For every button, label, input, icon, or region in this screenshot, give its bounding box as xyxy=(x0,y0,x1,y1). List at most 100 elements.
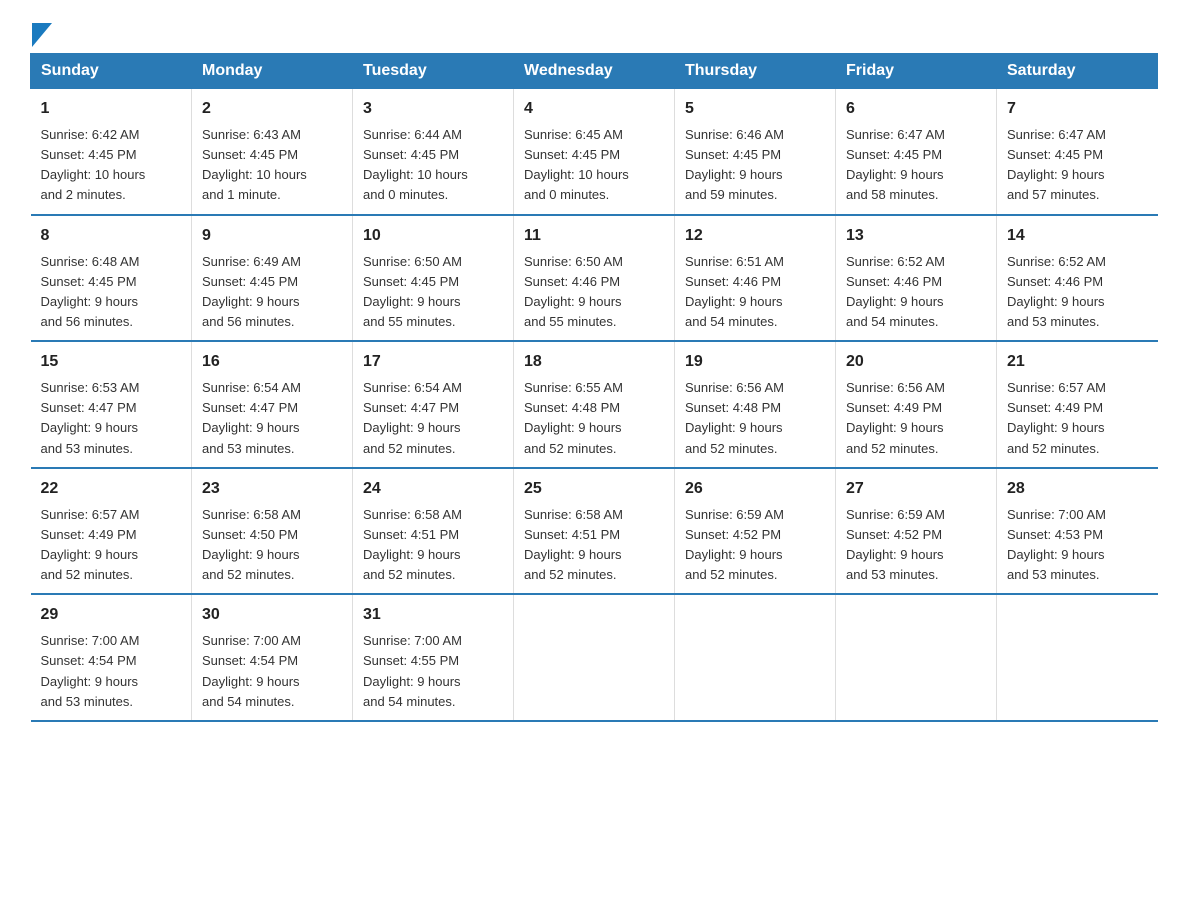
day-header-saturday: Saturday xyxy=(997,54,1158,89)
calendar-cell: 14 Sunrise: 6:52 AM Sunset: 4:46 PM Dayli… xyxy=(997,215,1158,342)
calendar-cell: 19 Sunrise: 6:56 AM Sunset: 4:48 PM Dayli… xyxy=(675,341,836,468)
calendar-cell: 8 Sunrise: 6:48 AM Sunset: 4:45 PM Daylig… xyxy=(31,215,192,342)
calendar-week-row: 1Sunrise: 6:42 AM Sunset: 4:45 PM Daylig… xyxy=(31,89,1158,215)
day-info: Sunrise: 6:46 AM Sunset: 4:45 PM Dayligh… xyxy=(685,125,825,206)
page-header xyxy=(30,20,1158,43)
calendar-cell: 25 Sunrise: 6:58 AM Sunset: 4:51 PM Dayli… xyxy=(514,468,675,595)
calendar-cell: 17 Sunrise: 6:54 AM Sunset: 4:47 PM Dayli… xyxy=(353,341,514,468)
day-info: Sunrise: 6:52 AM Sunset: 4:46 PM Dayligh… xyxy=(846,252,986,333)
day-header-friday: Friday xyxy=(836,54,997,89)
day-info: Sunrise: 6:53 AM Sunset: 4:47 PM Dayligh… xyxy=(41,378,182,459)
day-number: 27 xyxy=(846,477,986,501)
calendar-week-row: 15Sunrise: 6:53 AM Sunset: 4:47 PM Dayli… xyxy=(31,341,1158,468)
calendar-cell xyxy=(514,594,675,721)
day-number: 1 xyxy=(41,97,182,121)
calendar-table: SundayMondayTuesdayWednesdayThursdayFrid… xyxy=(30,53,1158,722)
day-header-sunday: Sunday xyxy=(31,54,192,89)
day-info: Sunrise: 6:47 AM Sunset: 4:45 PM Dayligh… xyxy=(846,125,986,206)
day-header-tuesday: Tuesday xyxy=(353,54,514,89)
calendar-cell: 12 Sunrise: 6:51 AM Sunset: 4:46 PM Dayli… xyxy=(675,215,836,342)
day-number: 4 xyxy=(524,97,664,121)
calendar-cell: 7 Sunrise: 6:47 AM Sunset: 4:45 PM Daylig… xyxy=(997,89,1158,215)
day-info: Sunrise: 6:58 AM Sunset: 4:50 PM Dayligh… xyxy=(202,505,342,586)
day-info: Sunrise: 6:58 AM Sunset: 4:51 PM Dayligh… xyxy=(524,505,664,586)
day-info: Sunrise: 6:57 AM Sunset: 4:49 PM Dayligh… xyxy=(1007,378,1148,459)
calendar-cell: 1Sunrise: 6:42 AM Sunset: 4:45 PM Daylig… xyxy=(31,89,192,215)
calendar-cell xyxy=(997,594,1158,721)
day-number: 30 xyxy=(202,603,342,627)
day-info: Sunrise: 7:00 AM Sunset: 4:54 PM Dayligh… xyxy=(202,631,342,712)
calendar-cell: 22 Sunrise: 6:57 AM Sunset: 4:49 PM Dayli… xyxy=(31,468,192,595)
day-number: 20 xyxy=(846,350,986,374)
calendar-cell: 16 Sunrise: 6:54 AM Sunset: 4:47 PM Dayli… xyxy=(192,341,353,468)
logo-triangle-icon xyxy=(32,23,52,47)
calendar-cell: 15Sunrise: 6:53 AM Sunset: 4:47 PM Dayli… xyxy=(31,341,192,468)
calendar-cell: 27 Sunrise: 6:59 AM Sunset: 4:52 PM Dayli… xyxy=(836,468,997,595)
day-number: 7 xyxy=(1007,97,1148,121)
calendar-cell: 6 Sunrise: 6:47 AM Sunset: 4:45 PM Daylig… xyxy=(836,89,997,215)
day-info: Sunrise: 6:54 AM Sunset: 4:47 PM Dayligh… xyxy=(202,378,342,459)
calendar-cell: 2Sunrise: 6:43 AM Sunset: 4:45 PM Daylig… xyxy=(192,89,353,215)
day-number: 6 xyxy=(846,97,986,121)
calendar-cell: 24Sunrise: 6:58 AM Sunset: 4:51 PM Dayli… xyxy=(353,468,514,595)
day-number: 17 xyxy=(363,350,503,374)
calendar-cell: 11 Sunrise: 6:50 AM Sunset: 4:46 PM Dayli… xyxy=(514,215,675,342)
day-number: 11 xyxy=(524,224,664,248)
calendar-cell: 4 Sunrise: 6:45 AM Sunset: 4:45 PM Daylig… xyxy=(514,89,675,215)
day-number: 9 xyxy=(202,224,342,248)
day-info: Sunrise: 6:57 AM Sunset: 4:49 PM Dayligh… xyxy=(41,505,182,586)
calendar-cell: 3Sunrise: 6:44 AM Sunset: 4:45 PM Daylig… xyxy=(353,89,514,215)
day-number: 31 xyxy=(363,603,503,627)
calendar-week-row: 8 Sunrise: 6:48 AM Sunset: 4:45 PM Daylig… xyxy=(31,215,1158,342)
day-info: Sunrise: 6:44 AM Sunset: 4:45 PM Dayligh… xyxy=(363,125,503,206)
calendar-cell: 23 Sunrise: 6:58 AM Sunset: 4:50 PM Dayli… xyxy=(192,468,353,595)
calendar-cell: 18 Sunrise: 6:55 AM Sunset: 4:48 PM Dayli… xyxy=(514,341,675,468)
calendar-cell xyxy=(675,594,836,721)
day-number: 19 xyxy=(685,350,825,374)
day-info: Sunrise: 6:50 AM Sunset: 4:45 PM Dayligh… xyxy=(363,252,503,333)
day-number: 21 xyxy=(1007,350,1148,374)
day-number: 10 xyxy=(363,224,503,248)
calendar-cell: 5Sunrise: 6:46 AM Sunset: 4:45 PM Daylig… xyxy=(675,89,836,215)
day-number: 16 xyxy=(202,350,342,374)
day-header-wednesday: Wednesday xyxy=(514,54,675,89)
day-info: Sunrise: 6:54 AM Sunset: 4:47 PM Dayligh… xyxy=(363,378,503,459)
day-info: Sunrise: 6:59 AM Sunset: 4:52 PM Dayligh… xyxy=(846,505,986,586)
day-info: Sunrise: 7:00 AM Sunset: 4:54 PM Dayligh… xyxy=(41,631,182,712)
day-info: Sunrise: 6:48 AM Sunset: 4:45 PM Dayligh… xyxy=(41,252,182,333)
day-number: 12 xyxy=(685,224,825,248)
day-info: Sunrise: 6:45 AM Sunset: 4:45 PM Dayligh… xyxy=(524,125,664,206)
day-info: Sunrise: 6:47 AM Sunset: 4:45 PM Dayligh… xyxy=(1007,125,1148,206)
day-number: 29 xyxy=(41,603,182,627)
day-number: 25 xyxy=(524,477,664,501)
calendar-cell: 9Sunrise: 6:49 AM Sunset: 4:45 PM Daylig… xyxy=(192,215,353,342)
day-info: Sunrise: 6:58 AM Sunset: 4:51 PM Dayligh… xyxy=(363,505,503,586)
day-number: 28 xyxy=(1007,477,1148,501)
calendar-cell: 21 Sunrise: 6:57 AM Sunset: 4:49 PM Dayli… xyxy=(997,341,1158,468)
day-info: Sunrise: 6:50 AM Sunset: 4:46 PM Dayligh… xyxy=(524,252,664,333)
day-number: 14 xyxy=(1007,224,1148,248)
calendar-cell: 30 Sunrise: 7:00 AM Sunset: 4:54 PM Dayli… xyxy=(192,594,353,721)
day-info: Sunrise: 6:55 AM Sunset: 4:48 PM Dayligh… xyxy=(524,378,664,459)
calendar-header-row: SundayMondayTuesdayWednesdayThursdayFrid… xyxy=(31,54,1158,89)
day-info: Sunrise: 6:56 AM Sunset: 4:48 PM Dayligh… xyxy=(685,378,825,459)
day-header-monday: Monday xyxy=(192,54,353,89)
day-number: 22 xyxy=(41,477,182,501)
calendar-cell: 20Sunrise: 6:56 AM Sunset: 4:49 PM Dayli… xyxy=(836,341,997,468)
day-info: Sunrise: 6:51 AM Sunset: 4:46 PM Dayligh… xyxy=(685,252,825,333)
calendar-cell: 26Sunrise: 6:59 AM Sunset: 4:52 PM Dayli… xyxy=(675,468,836,595)
calendar-cell xyxy=(836,594,997,721)
day-number: 23 xyxy=(202,477,342,501)
day-number: 8 xyxy=(41,224,182,248)
calendar-week-row: 22 Sunrise: 6:57 AM Sunset: 4:49 PM Dayli… xyxy=(31,468,1158,595)
calendar-cell: 31Sunrise: 7:00 AM Sunset: 4:55 PM Dayli… xyxy=(353,594,514,721)
day-number: 18 xyxy=(524,350,664,374)
calendar-cell: 13Sunrise: 6:52 AM Sunset: 4:46 PM Dayli… xyxy=(836,215,997,342)
day-info: Sunrise: 6:52 AM Sunset: 4:46 PM Dayligh… xyxy=(1007,252,1148,333)
calendar-cell: 29 Sunrise: 7:00 AM Sunset: 4:54 PM Dayli… xyxy=(31,594,192,721)
calendar-week-row: 29 Sunrise: 7:00 AM Sunset: 4:54 PM Dayli… xyxy=(31,594,1158,721)
logo xyxy=(30,25,52,43)
day-info: Sunrise: 6:43 AM Sunset: 4:45 PM Dayligh… xyxy=(202,125,342,206)
calendar-cell: 10 Sunrise: 6:50 AM Sunset: 4:45 PM Dayli… xyxy=(353,215,514,342)
day-header-thursday: Thursday xyxy=(675,54,836,89)
